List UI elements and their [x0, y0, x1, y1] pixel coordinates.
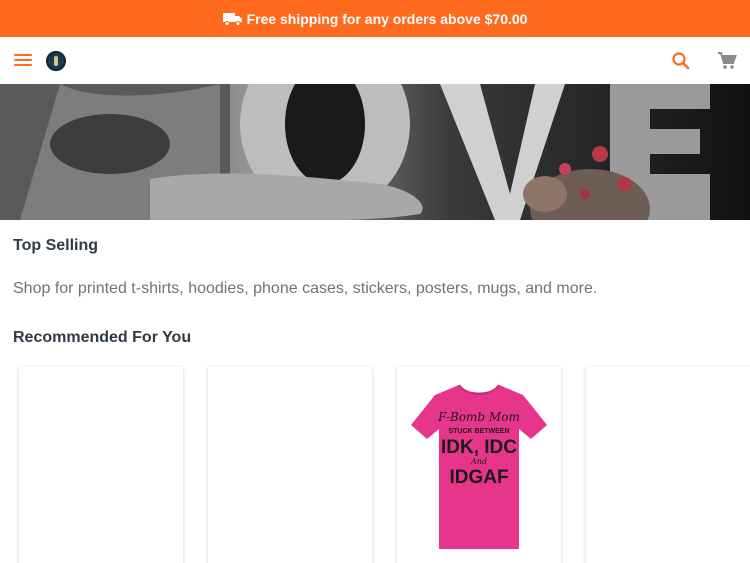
search-icon[interactable]	[670, 50, 692, 72]
shop-description: Shop for printed t-shirts, hoodies, phon…	[13, 280, 598, 297]
product-card[interactable]	[586, 367, 750, 563]
shirt-line-4: And	[470, 457, 487, 466]
shirt-line-1: F-Bomb Mom	[437, 410, 520, 424]
love-banner-image[interactable]	[0, 84, 750, 220]
brand-logo[interactable]	[46, 51, 66, 71]
product-card[interactable]	[19, 367, 183, 563]
top-selling-heading: Top Selling	[13, 237, 99, 254]
truck-icon	[222, 12, 243, 26]
site-header	[0, 37, 750, 84]
product-card[interactable]: F-Bomb Mom STUCK BETWEEN IDK, IDC And ID…	[397, 367, 561, 563]
pink-tshirt-image: F-Bomb Mom STUCK BETWEEN IDK, IDC And ID…	[411, 384, 547, 549]
recommended-heading: Recommended For You	[13, 329, 192, 346]
promo-banner: Free shipping for any orders above $70.0…	[0, 0, 750, 37]
hamburger-menu-icon[interactable]	[14, 52, 32, 68]
shirt-line-2: STUCK BETWEEN	[448, 428, 509, 435]
promo-text: Free shipping for any orders above $70.0…	[246, 10, 528, 27]
shirt-line-3: IDK, IDC	[441, 437, 517, 458]
shirt-line-5: IDGAF	[449, 467, 508, 488]
product-card[interactable]	[208, 367, 372, 563]
shopping-cart-icon[interactable]	[716, 50, 738, 72]
